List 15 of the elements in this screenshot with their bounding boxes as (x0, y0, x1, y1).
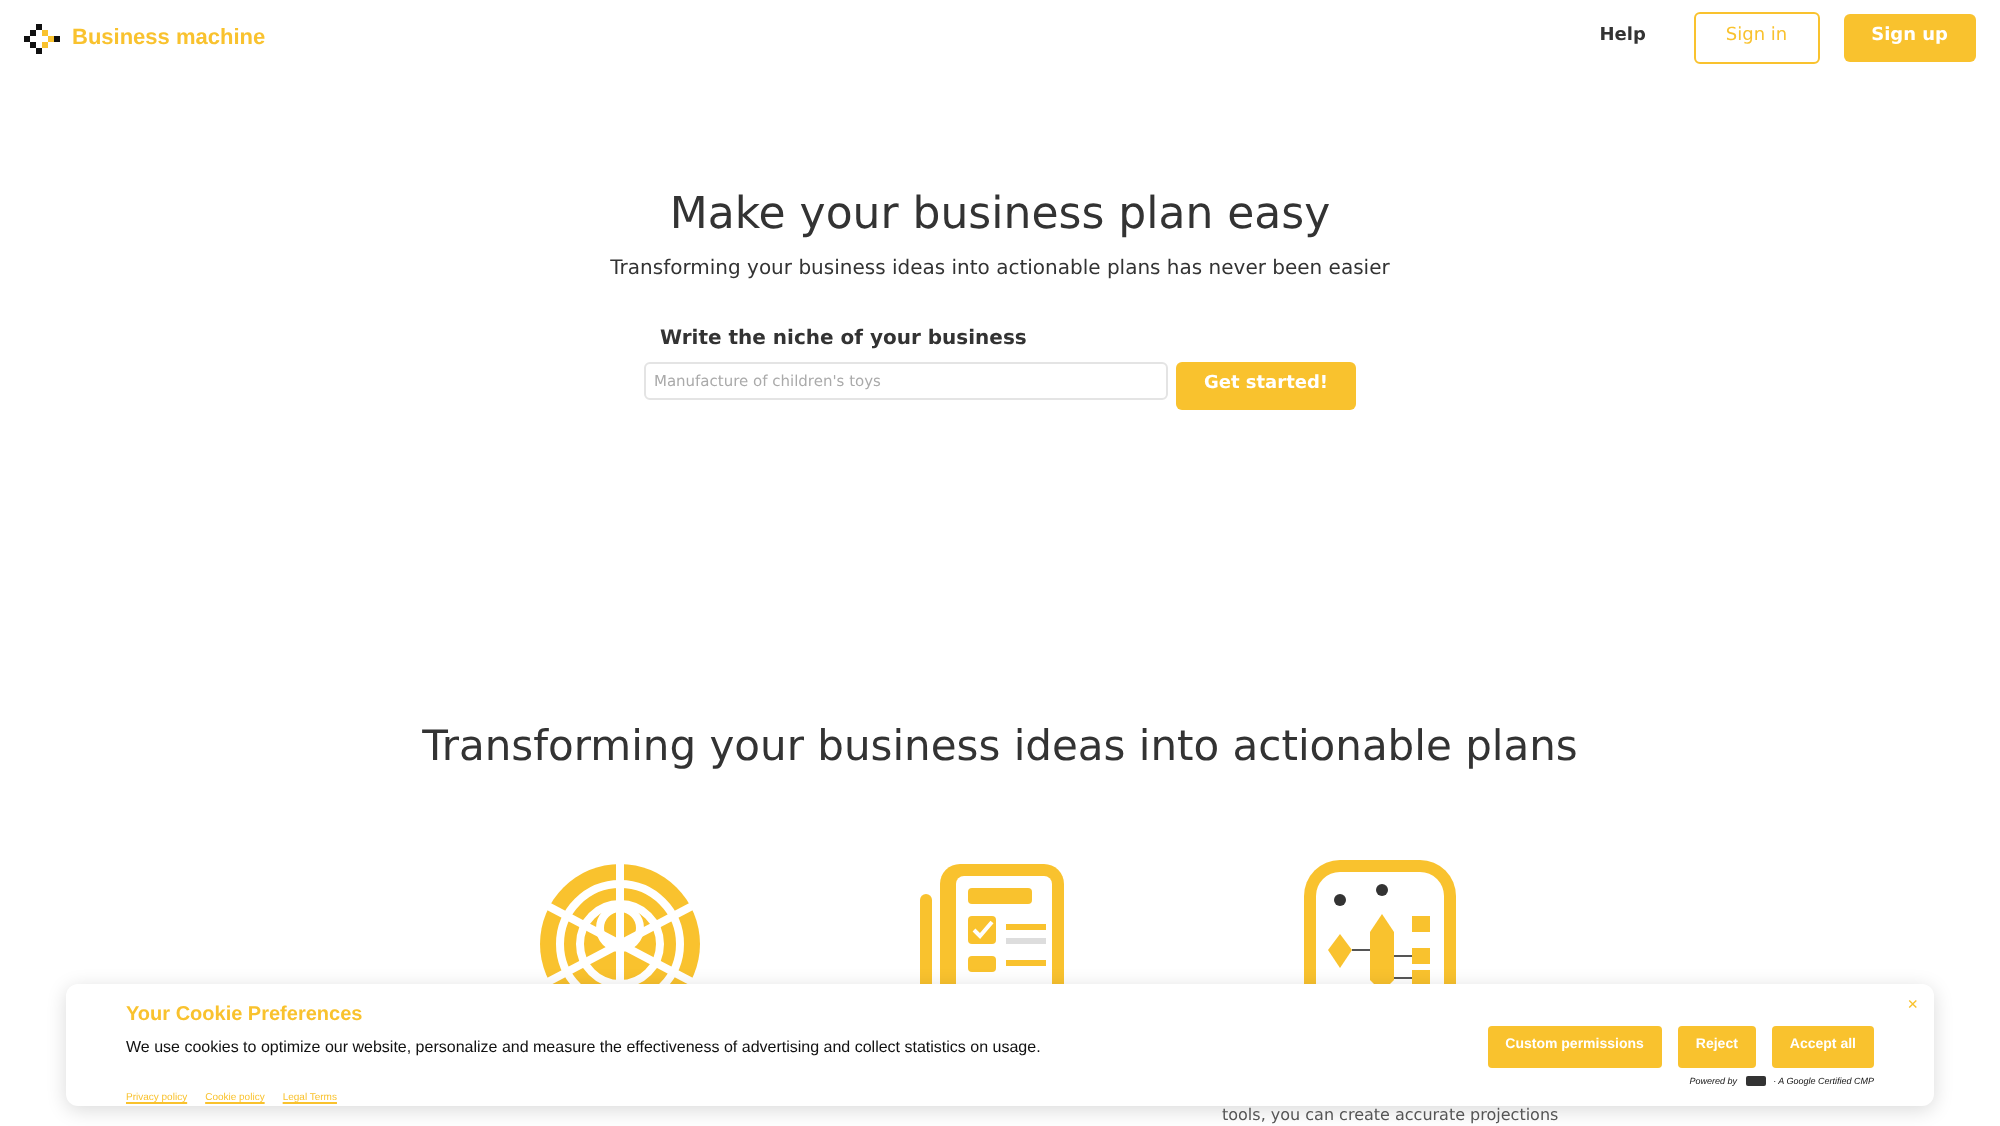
get-started-button[interactable]: Get started! (1175, 362, 1357, 410)
field-label: Write the niche of your business (660, 326, 1029, 355)
provider-logo-icon (1745, 1076, 1766, 1087)
logo-icon (24, 22, 64, 54)
cookie-title: Your Cookie Preferences (126, 1002, 365, 1030)
close-button[interactable]: × (1907, 992, 1918, 1019)
help-link[interactable]: Help (1599, 24, 1646, 52)
feature-description: tools, you can create accurate projections (1222, 1106, 1559, 1126)
sign-in-button[interactable]: Sign in (1693, 12, 1820, 64)
hero-subtitle: Transforming your business ideas into actionable plans has never been easier (610, 256, 1390, 285)
section-title: Transforming your business ideas into actionable plans (422, 721, 1578, 773)
sign-up-button[interactable]: Sign up (1843, 14, 1976, 62)
brand-name[interactable]: Business machine (72, 21, 266, 55)
hero-title: Make your business plan easy (669, 190, 1331, 243)
cookie-message: We use cookies to optimize our website, personalize and measure the effectiveness of advertising and collect statistics on usage. (126, 1036, 1041, 1060)
